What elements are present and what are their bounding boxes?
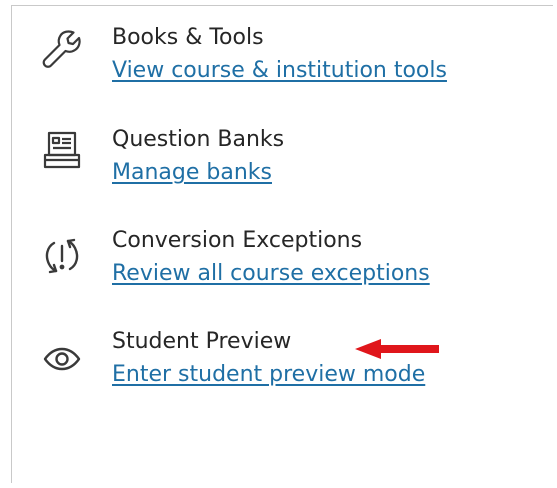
red-arrow-icon (355, 339, 439, 359)
view-course-tools-link[interactable]: View course & institution tools (112, 56, 447, 86)
question-bank-icon (40, 129, 84, 173)
wrench-icon (40, 27, 84, 71)
conversion-exceptions-icon (40, 234, 84, 278)
tool-title: Student Preview (112, 329, 292, 354)
review-exceptions-link[interactable]: Review all course exceptions (112, 259, 430, 289)
tool-title: Conversion Exceptions (112, 228, 363, 253)
eye-icon (40, 337, 84, 381)
enter-student-preview-link[interactable]: Enter student preview mode (112, 360, 425, 390)
manage-banks-link[interactable]: Manage banks (112, 158, 272, 188)
course-tools-panel: Books & Tools View course & institution … (11, 5, 553, 483)
tool-title: Question Banks (112, 127, 285, 152)
tool-title: Books & Tools (112, 25, 264, 50)
tool-item-question-banks: Question Banks Manage banks (12, 125, 542, 205)
tool-item-books-tools: Books & Tools View course & institution … (12, 23, 542, 103)
tool-item-conversion-exceptions: Conversion Exceptions Review all course … (12, 226, 542, 306)
tool-item-student-preview: Student Preview Enter student preview mo… (12, 327, 542, 407)
